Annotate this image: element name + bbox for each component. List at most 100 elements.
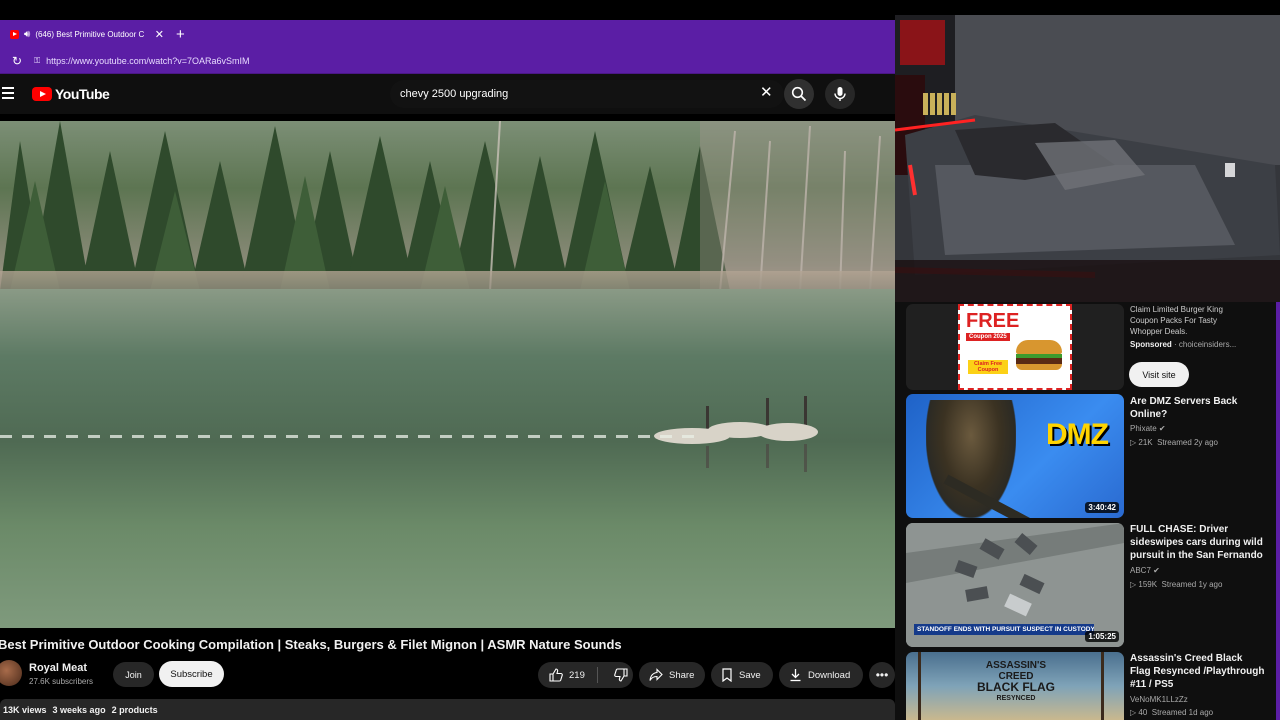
- view-count: 13K views: [3, 705, 47, 715]
- coupon-claim-text: Claim Free Coupon: [968, 360, 1008, 374]
- share-icon: [649, 668, 663, 681]
- download-icon: [790, 669, 801, 682]
- bookmark-icon: [722, 668, 732, 682]
- like-button[interactable]: 219: [538, 667, 598, 683]
- thumb-ship-mast: [918, 652, 921, 720]
- live-icon: ▷: [1130, 438, 1137, 447]
- top-black-bar: [0, 0, 895, 20]
- thumbnail-assassins-creed[interactable]: ASSASSIN'S CREED BLACK FLAG RESYNCED: [906, 652, 1124, 720]
- site-info-icon[interactable]: ⚿: [34, 56, 40, 66]
- rec-age: Streamed 1y ago: [1161, 580, 1223, 589]
- rec-views: 159K: [1138, 580, 1158, 589]
- speaker-icon[interactable]: 🔊︎: [24, 29, 30, 40]
- subscribe-button[interactable]: Subscribe: [159, 661, 224, 687]
- search-query-text: chevy 2500 upgrading: [400, 88, 509, 100]
- thumb-soldier-figure: [926, 400, 1016, 518]
- visit-site-button[interactable]: Visit site: [1129, 362, 1189, 387]
- verified-icon: ✔: [1153, 566, 1160, 575]
- ad-title-line: Whopper Deals.: [1130, 327, 1188, 336]
- video-player[interactable]: [0, 121, 895, 628]
- rec-title[interactable]: FULL CHASE: Driver sideswipes cars durin…: [1130, 523, 1265, 563]
- coupon-free-text: FREE: [966, 310, 1020, 332]
- save-label: Save: [739, 669, 761, 681]
- channel-avatar[interactable]: [0, 660, 22, 686]
- thumbnail-dmz[interactable]: DMZ 3:40:42: [906, 394, 1124, 518]
- thumbs-up-icon: [549, 668, 563, 682]
- search-input[interactable]: chevy 2500 upgrading: [390, 80, 784, 108]
- recommendations-sidebar: FREE Coupon 2025 Claim Free Coupon Claim…: [895, 302, 1280, 720]
- new-tab-icon[interactable]: +: [176, 26, 185, 43]
- advertiser-name: choiceinsiders...: [1178, 340, 1237, 349]
- ad-thumbnail[interactable]: FREE Coupon 2025 Claim Free Coupon: [906, 304, 1124, 390]
- clear-search-icon[interactable]: ✕: [760, 85, 773, 100]
- youtube-play-icon: [32, 87, 52, 101]
- rec-views: 21K: [1138, 438, 1153, 447]
- rec-age: Streamed 2y ago: [1157, 438, 1219, 447]
- reload-icon[interactable]: ↻: [12, 54, 22, 68]
- live-icon: ▷: [1130, 580, 1137, 589]
- url-text: https://www.youtube.com/watch?v=7OARa6vS…: [46, 55, 250, 66]
- rec-meta: ▷ 21K Streamed 2y ago: [1130, 438, 1218, 447]
- address-bar: ↻ ⚿ https://www.youtube.com/watch?v=7OAR…: [0, 48, 895, 74]
- rec-channel[interactable]: VeNoMK1LLzZz: [1130, 695, 1188, 704]
- rec-age: Streamed 1d ago: [1151, 708, 1214, 717]
- thumbnail-chase[interactable]: STANDOFF ENDS WITH PURSUIT SUSPECT IN CU…: [906, 523, 1124, 647]
- microphone-icon: [834, 87, 846, 101]
- video-title: Best Primitive Outdoor Cooking Compilati…: [0, 637, 622, 652]
- burger-graphic: [1016, 340, 1062, 370]
- rec-channel-name: ABC7: [1130, 566, 1151, 575]
- subscriber-count: 27.6K subscribers: [29, 677, 94, 686]
- webcam-overlay: [895, 15, 1280, 302]
- download-button[interactable]: Download: [779, 662, 863, 688]
- youtube-logo[interactable]: YouTube: [32, 86, 110, 102]
- upload-age: 3 weeks ago: [52, 705, 106, 715]
- scrollbar[interactable]: [1276, 302, 1280, 720]
- ad-title[interactable]: Claim Limited Burger King Coupon Packs F…: [1130, 304, 1265, 337]
- rec-title[interactable]: Assassin's Creed Black Flag Resynced /Pl…: [1130, 652, 1265, 691]
- share-label: Share: [669, 669, 695, 681]
- rec-meta: ▷ 40 Streamed 1d ago: [1130, 708, 1213, 717]
- save-button[interactable]: Save: [711, 662, 773, 688]
- ad-sponsor-line: Sponsored · choiceinsiders...: [1130, 340, 1236, 349]
- rec-meta: ▷ 159K Streamed 1y ago: [1130, 580, 1222, 589]
- join-button[interactable]: Join: [113, 662, 154, 687]
- thumb-ac-line: BLACK FLAG: [977, 680, 1055, 694]
- share-button[interactable]: Share: [639, 662, 705, 688]
- product-count: 2 products: [111, 705, 158, 715]
- more-actions-icon[interactable]: •••: [869, 662, 895, 688]
- sponsored-label: Sponsored: [1130, 340, 1172, 349]
- search-button[interactable]: [784, 79, 814, 109]
- youtube-wordmark: YouTube: [55, 86, 110, 102]
- verified-icon: ✔: [1158, 424, 1166, 433]
- video-duration: 3:40:42: [1085, 502, 1119, 513]
- voice-search-button[interactable]: [825, 79, 855, 109]
- live-icon: ▷: [1130, 708, 1137, 717]
- thumb-ac-line: ASSASSIN'S: [985, 660, 1047, 671]
- rec-title[interactable]: Are DMZ Servers Back Online?: [1130, 395, 1265, 421]
- download-label: Download: [808, 669, 851, 681]
- youtube-header: YouTube chevy 2500 upgrading ✕: [0, 74, 895, 114]
- dislike-button[interactable]: [604, 668, 628, 682]
- browser-tab[interactable]: 🔊︎ (646) Best Primitive Outdoor C ✕: [0, 20, 170, 48]
- video-forest-trees: [0, 121, 895, 291]
- tab-title: (646) Best Primitive Outdoor C: [35, 29, 145, 39]
- menu-icon[interactable]: [2, 87, 14, 99]
- thumb-ship-mast: [1101, 652, 1104, 720]
- browser-tab-strip: 🔊︎ (646) Best Primitive Outdoor C ✕ +: [0, 20, 895, 48]
- video-duration: 1:05:25: [1085, 631, 1119, 642]
- search-icon: [791, 86, 807, 102]
- channel-name[interactable]: Royal Meat: [29, 662, 87, 674]
- ad-title-line: Claim Limited Burger King: [1130, 305, 1223, 314]
- close-tab-icon[interactable]: ✕: [155, 28, 164, 41]
- thumb-ac-line: RESYNCED: [996, 695, 1036, 702]
- thumb-dmz-text: DMZ: [1046, 418, 1109, 451]
- ad-title-line: Coupon Packs For Tasty: [1130, 316, 1218, 325]
- rec-channel[interactable]: ABC7 ✔: [1130, 566, 1160, 575]
- like-dislike-group: 219: [538, 662, 633, 688]
- thumb-ac-title: ASSASSIN'S CREED BLACK FLAG RESYNCED: [966, 660, 1066, 704]
- rec-channel[interactable]: Phixate ✔: [1130, 424, 1166, 433]
- thumb-chyron: STANDOFF ENDS WITH PURSUIT SUSPECT IN CU…: [914, 624, 1094, 635]
- description-box[interactable]: 13K views 3 weeks ago 2 products: [0, 699, 895, 720]
- url-field[interactable]: ⚿ https://www.youtube.com/watch?v=7OARa6…: [34, 56, 249, 66]
- video-water-ripple: [0, 435, 700, 438]
